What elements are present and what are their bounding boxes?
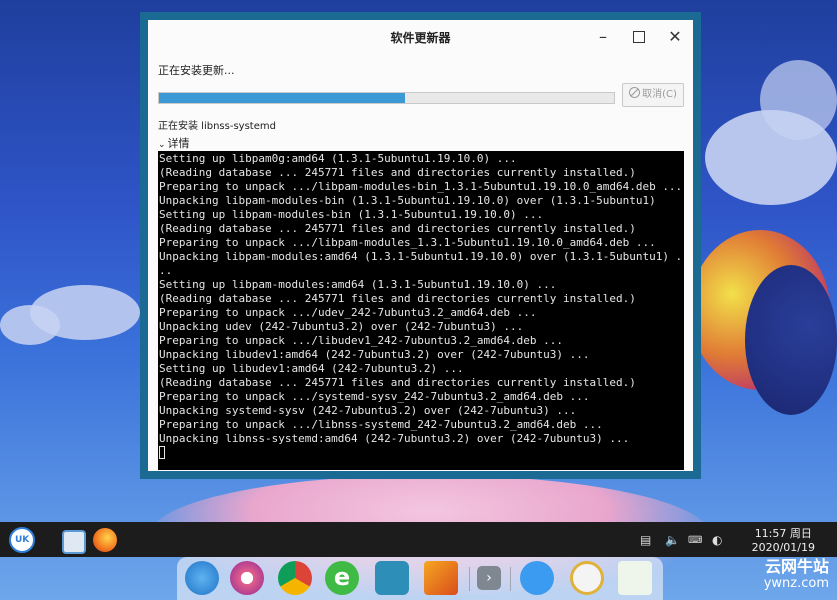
- power-icon[interactable]: [520, 561, 554, 595]
- clock-time: 11:57 周日: [754, 527, 812, 540]
- dock: e ›: [177, 557, 663, 600]
- terminal-line: Unpacking libudev1:amd64 (242-7ubuntu3.2…: [159, 348, 590, 361]
- settings-icon[interactable]: [230, 561, 264, 595]
- terminal-line: Preparing to unpack .../systemd-sysv_242…: [159, 390, 590, 403]
- cancel-label: 取消(C): [642, 89, 677, 100]
- chevron-down-icon: ⌄: [158, 140, 166, 150]
- watermark: 云网牛站 ywnz.com: [764, 558, 829, 592]
- chrome-icon[interactable]: [278, 561, 312, 595]
- file-manager-icon[interactable]: [62, 530, 86, 554]
- terminal-cursor: [159, 446, 684, 461]
- terminal-line: Preparing to unpack .../udev_242-7ubuntu…: [159, 306, 537, 319]
- package-status-text: 正在安装 libnss-systemd: [158, 121, 276, 132]
- window-body: 软件更新器 – ✕ 正在安装更新... 取消(C) 正在安装 libnss-sy…: [148, 20, 693, 471]
- terminal-line: Setting up libudev1:amd64 (242-7ubuntu3.…: [159, 362, 464, 375]
- cloud-decoration: [760, 60, 837, 140]
- firefox-icon[interactable]: [93, 528, 117, 552]
- dock-separator: [510, 567, 511, 591]
- terminal-line: Setting up libpam-modules:amd64 (1.3.1-5…: [159, 278, 557, 291]
- terminal-line: Setting up libpam0g:amd64 (1.3.1-5ubuntu…: [159, 152, 517, 165]
- night-mode-icon[interactable]: ◐: [712, 533, 722, 547]
- terminal-line: Unpacking systemd-sysv (242-7ubuntu3.2) …: [159, 404, 577, 417]
- dock-separator: [469, 567, 470, 591]
- cloud-decoration: [0, 305, 60, 345]
- terminal-line: Preparing to unpack .../libnss-systemd_2…: [159, 418, 603, 431]
- install-progress-bar: [158, 92, 615, 104]
- terminal-line: Unpacking libpam-modules:amd64 (1.3.1-5u…: [159, 250, 683, 263]
- clock[interactable]: 11:57 周日 2020/01/19: [752, 527, 815, 555]
- maximize-button[interactable]: [628, 26, 650, 48]
- network-icon[interactable]: ▤: [640, 533, 651, 547]
- volume-icon[interactable]: 🔈: [665, 533, 680, 547]
- taskbar: UK ▤ 🔈 ⌨ ◐ 11:57 周日 2020/01/19: [0, 522, 837, 557]
- terminal-output[interactable]: Setting up libpam0g:amd64 (1.3.1-5ubuntu…: [158, 151, 684, 470]
- maximize-icon: [633, 31, 645, 43]
- progress-fill: [159, 93, 405, 103]
- start-logo-text: UK: [15, 535, 30, 545]
- wallpaper-petal: [745, 265, 837, 415]
- watermark-cn: 云网牛站: [764, 557, 829, 576]
- clock-icon[interactable]: [570, 561, 604, 595]
- terminal-line: Setting up libpam-modules-bin (1.3.1-5ub…: [159, 208, 544, 221]
- terminal-64-icon[interactable]: [424, 561, 458, 595]
- monitor-icon[interactable]: [375, 561, 409, 595]
- terminal-line: Unpacking libnss-systemd:amd64 (242-7ubu…: [159, 432, 630, 445]
- terminal-line: Unpacking libpam-modules-bin (1.3.1-5ubu…: [159, 194, 656, 207]
- terminal-line: Unpacking udev (242-7ubuntu3.2) over (24…: [159, 320, 524, 333]
- terminal-line: (Reading database ... 245771 files and d…: [159, 376, 636, 389]
- trash-icon[interactable]: [618, 561, 652, 595]
- cancel-button[interactable]: 取消(C): [622, 83, 684, 107]
- watermark-en: ywnz.com: [763, 576, 829, 591]
- terminal-line: (Reading database ... 245771 files and d…: [159, 292, 636, 305]
- deepin-icon[interactable]: [185, 561, 219, 595]
- start-menu-button[interactable]: UK: [9, 527, 35, 553]
- keyboard-icon[interactable]: ⌨: [688, 535, 702, 546]
- terminal-line: (Reading database ... 245771 files and d…: [159, 222, 636, 235]
- terminal-line: Preparing to unpack .../libpam-modules_1…: [159, 236, 656, 249]
- software-updater-window: 软件更新器 – ✕ 正在安装更新... 取消(C) 正在安装 libnss-sy…: [140, 12, 701, 479]
- clock-date: 2020/01/19: [751, 541, 815, 554]
- minimize-button[interactable]: –: [592, 26, 614, 48]
- edge-icon[interactable]: e: [325, 561, 359, 595]
- details-toggle[interactable]: ⌄ 详情: [158, 135, 190, 151]
- terminal-line: ..: [159, 264, 173, 277]
- more-icon[interactable]: ›: [477, 566, 501, 590]
- cancel-icon: [629, 87, 641, 98]
- close-icon: ✕: [668, 27, 682, 46]
- close-button[interactable]: ✕: [664, 26, 686, 48]
- terminal-line: Preparing to unpack .../libudev1_242-7ub…: [159, 334, 563, 347]
- terminal-line: (Reading database ... 245771 files and d…: [159, 166, 636, 179]
- titlebar[interactable]: 软件更新器 – ✕: [148, 20, 693, 54]
- terminal-line: Preparing to unpack .../libpam-modules-b…: [159, 180, 683, 193]
- details-label: 详情: [167, 137, 190, 150]
- update-status-text: 正在安装更新...: [158, 64, 235, 77]
